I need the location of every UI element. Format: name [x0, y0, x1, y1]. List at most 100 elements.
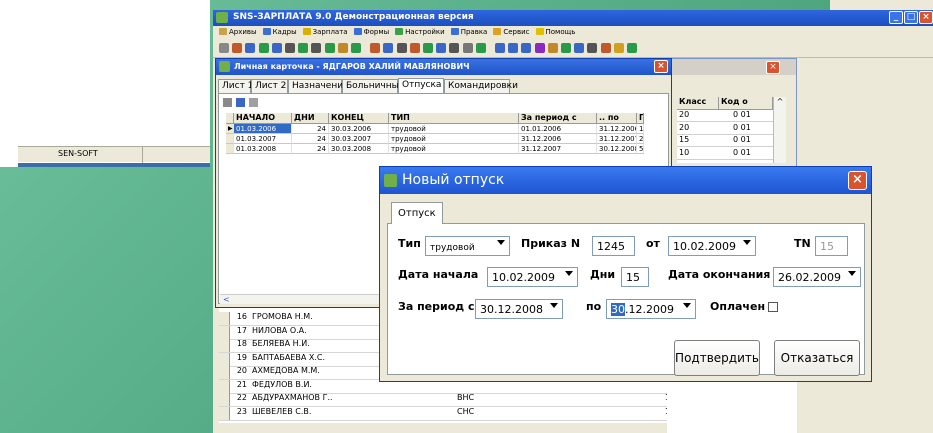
end-date-select[interactable]: 26.02.2009: [773, 267, 861, 287]
cancel-button[interactable]: Отказаться: [774, 340, 860, 376]
tab-2[interactable]: Назначения: [288, 79, 348, 93]
table-cell[interactable]: 30.03.2007: [329, 134, 389, 144]
menu-item-4[interactable]: Настройки: [395, 28, 445, 36]
menu-item-0[interactable]: Архивы: [219, 28, 257, 36]
toolbar-icon[interactable]: [258, 43, 269, 53]
table-cell[interactable]: 30.03.2006: [329, 124, 389, 134]
toolbar-icon[interactable]: [337, 43, 348, 53]
table-cell[interactable]: трудовой: [389, 134, 519, 144]
toolbar-icon[interactable]: [508, 43, 519, 53]
toolbar-icon[interactable]: [600, 43, 611, 53]
table-cell[interactable]: 30.03.2008: [329, 144, 389, 154]
toolbar-icon[interactable]: [534, 43, 545, 53]
toolbar-icon[interactable]: [449, 43, 460, 53]
close-button[interactable]: ×: [919, 11, 933, 24]
order-date-select[interactable]: 10.02.2009: [668, 236, 756, 256]
grid-icon[interactable]: [223, 98, 232, 107]
table-cell[interactable]: 30.12.2008: [597, 144, 637, 154]
table-cell[interactable]: 01.03.2006: [234, 124, 292, 134]
toolbar-icon[interactable]: [396, 43, 407, 53]
column-header[interactable]: За период с: [519, 113, 597, 124]
period-from-select[interactable]: 30.12.2008: [475, 299, 563, 319]
column-header[interactable]: .. по: [597, 113, 637, 124]
table-cell[interactable]: 31.12.2007: [519, 144, 597, 154]
toolbar-icon[interactable]: [613, 43, 624, 53]
table-cell[interactable]: 2: [637, 134, 644, 144]
table-cell[interactable]: 24: [292, 144, 329, 154]
table-cell[interactable]: 31.12.2007: [597, 134, 637, 144]
toolbar-icon[interactable]: [495, 43, 505, 53]
toolbar-icon[interactable]: [587, 43, 598, 53]
tn-input[interactable]: 15: [815, 236, 848, 256]
add-record-icon[interactable]: [236, 98, 245, 107]
column-header[interactable]: НАЧАЛО: [234, 113, 292, 124]
table-cell[interactable]: 24: [292, 134, 329, 144]
tab-4[interactable]: Отпуска: [398, 78, 444, 93]
table-cell[interactable]: 31.12.2006: [597, 124, 637, 134]
toolbar-icon[interactable]: [383, 43, 394, 53]
toolbar-icon[interactable]: [298, 43, 309, 53]
toolbar-icon[interactable]: [271, 43, 282, 53]
tab-0[interactable]: Лист 1: [218, 79, 253, 93]
toolbar-icon[interactable]: [475, 43, 486, 53]
list-item[interactable]: 23ШЕВЕЛЕВ С.В.СНС100 02: [219, 406, 729, 421]
column-header[interactable]: Г: [637, 113, 644, 124]
table-cell[interactable]: 1: [637, 124, 644, 134]
toolbar-icon[interactable]: [285, 43, 295, 53]
dialog-close-button[interactable]: ×: [848, 171, 867, 190]
table-cell[interactable]: 01.03.2007: [234, 134, 292, 144]
row-indicator[interactable]: [226, 144, 234, 154]
column-header[interactable]: ДНИ: [292, 113, 329, 124]
menu-item-3[interactable]: Формы: [353, 28, 389, 36]
menu-item-1[interactable]: Кадры: [262, 28, 297, 36]
column-header[interactable]: ТИП: [389, 113, 519, 124]
class-grid-scrollbar[interactable]: ^: [773, 97, 786, 163]
order-number-input[interactable]: 1245: [592, 236, 635, 256]
column-header[interactable]: Код о: [719, 97, 773, 110]
toolbar-icon[interactable]: [351, 43, 361, 53]
toolbar-icon[interactable]: [311, 43, 322, 53]
start-date-select[interactable]: 10.02.2009: [487, 267, 578, 287]
toolbar-icon[interactable]: [521, 43, 532, 53]
toolbar-icon[interactable]: [547, 43, 558, 53]
table-cell[interactable]: 01.01.2006: [519, 124, 597, 134]
list-window-close-button[interactable]: ×: [766, 61, 780, 74]
type-select[interactable]: трудовой: [425, 236, 510, 256]
menu-item-5[interactable]: Правка: [450, 28, 487, 36]
table-cell[interactable]: 5: [637, 144, 644, 154]
confirm-button[interactable]: Подтвердить: [674, 340, 760, 376]
toolbar-icon[interactable]: [219, 43, 229, 53]
toolbar-icon[interactable]: [324, 43, 335, 53]
days-input[interactable]: 15: [621, 267, 649, 287]
menu-item-2[interactable]: Зарплата: [302, 28, 348, 36]
toolbar-icon[interactable]: [561, 43, 571, 53]
menu-item-7[interactable]: Помощь: [535, 28, 575, 36]
toolbar-icon[interactable]: [574, 43, 585, 53]
table-cell[interactable]: 31.12.2006: [519, 134, 597, 144]
column-header[interactable]: КОНЕЦ: [329, 113, 389, 124]
menu-item-6[interactable]: Сервис: [493, 28, 530, 36]
paid-checkbox[interactable]: [768, 302, 778, 312]
toolbar-icon[interactable]: [245, 43, 256, 53]
toolbar-icon[interactable]: [370, 43, 381, 53]
table-cell[interactable]: 24: [292, 124, 329, 134]
row-indicator[interactable]: [226, 134, 234, 144]
tab-1[interactable]: Лист 2: [251, 79, 288, 93]
toolbar-icon[interactable]: [232, 43, 243, 53]
maximize-button[interactable]: □: [904, 11, 918, 24]
toolbar-icon[interactable]: [436, 43, 447, 53]
tab-vacation[interactable]: Отпуск: [391, 202, 443, 224]
tab-3[interactable]: Больничные: [342, 79, 404, 93]
tab-5[interactable]: Командировки: [444, 79, 518, 93]
delete-record-icon[interactable]: [249, 98, 258, 107]
toolbar-icon[interactable]: [627, 43, 637, 53]
toolbar-icon[interactable]: [462, 43, 473, 53]
table-cell[interactable]: трудовой: [389, 124, 519, 134]
toolbar-icon[interactable]: [409, 43, 420, 53]
row-indicator[interactable]: ▶: [226, 124, 234, 134]
period-to-select[interactable]: 30.12.2009: [606, 299, 696, 319]
card-close-button[interactable]: ×: [654, 60, 668, 73]
list-item[interactable]: 22АБДУРАХМАНОВ Г..ВНС150 02: [219, 393, 729, 407]
table-cell[interactable]: трудовой: [389, 144, 519, 154]
column-header[interactable]: Класс: [677, 97, 719, 110]
